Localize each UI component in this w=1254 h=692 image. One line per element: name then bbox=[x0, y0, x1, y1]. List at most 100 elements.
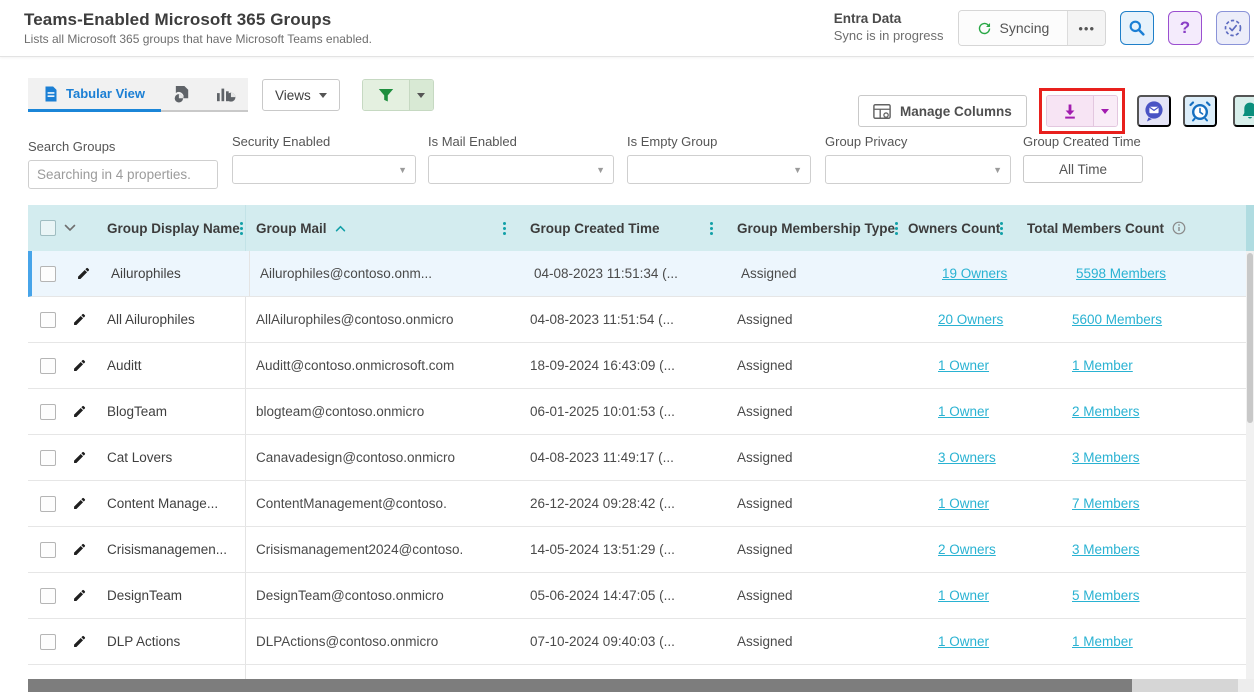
edit-pencil-icon[interactable] bbox=[68, 401, 90, 423]
sync-more-button[interactable]: ••• bbox=[1067, 11, 1105, 45]
chat-envelope-icon bbox=[1142, 99, 1166, 123]
group-membership-type: Assigned bbox=[727, 619, 900, 664]
column-header-membership-type[interactable]: Group Membership Type bbox=[727, 205, 900, 251]
is-mail-enabled-dropdown[interactable]: ▼ bbox=[428, 155, 614, 184]
edit-pencil-icon[interactable] bbox=[68, 493, 90, 515]
owners-count-link[interactable]: 1 Owner bbox=[938, 588, 989, 603]
manage-columns-label: Manage Columns bbox=[900, 104, 1012, 119]
row-checkbox[interactable] bbox=[40, 588, 56, 604]
view-toolbar: Tabular View Views bbox=[28, 78, 434, 112]
task-status-button[interactable] bbox=[1216, 11, 1250, 45]
download-button[interactable] bbox=[1047, 96, 1093, 126]
schedule-button[interactable] bbox=[1183, 95, 1217, 127]
owners-count-link[interactable]: 3 Owners bbox=[938, 450, 996, 465]
owners-count-link[interactable]: 1 Owner bbox=[938, 358, 989, 373]
views-dropdown-button[interactable]: Views bbox=[262, 79, 340, 111]
group-created-time: 26-12-2024 09:28:42 (... bbox=[520, 481, 727, 526]
members-count-link[interactable]: 3 Members bbox=[1072, 542, 1140, 557]
row-checkbox[interactable] bbox=[40, 266, 56, 282]
table-row[interactable]: DLP Actions DLPActions@contoso.onmicro 0… bbox=[28, 619, 1254, 665]
feedback-button[interactable] bbox=[1137, 95, 1171, 127]
group-mail: Ailurophiles@contoso.onm... bbox=[250, 251, 524, 296]
members-count-link[interactable]: 2 Members bbox=[1072, 404, 1140, 419]
members-count-link[interactable]: 5 Members bbox=[1072, 588, 1140, 603]
column-menu-icon[interactable] bbox=[503, 227, 506, 230]
table-row[interactable]: BlogTeam blogteam@contoso.onmicro 06-01-… bbox=[28, 389, 1254, 435]
row-checkbox[interactable] bbox=[40, 542, 56, 558]
owners-count-link[interactable]: 20 Owners bbox=[938, 312, 1003, 327]
members-count-link[interactable]: 5600 Members bbox=[1072, 312, 1162, 327]
column-menu-icon[interactable] bbox=[710, 227, 713, 230]
column-header-owners-count[interactable]: Owners Count bbox=[900, 205, 1012, 251]
members-count-link[interactable]: 3 Members bbox=[1072, 450, 1140, 465]
info-icon[interactable] bbox=[1172, 221, 1186, 235]
column-header-group-display-name[interactable]: Group Display Name bbox=[100, 205, 246, 251]
group-privacy-dropdown[interactable]: ▼ bbox=[825, 155, 1011, 184]
manage-columns-button[interactable]: Manage Columns bbox=[858, 95, 1027, 127]
column-menu-icon[interactable] bbox=[240, 227, 243, 230]
column-header-total-members-count[interactable]: Total Members Count bbox=[1012, 205, 1254, 251]
members-count-link[interactable]: 5598 Members bbox=[1076, 266, 1166, 281]
edit-pencil-icon[interactable] bbox=[68, 309, 90, 331]
column-menu-icon[interactable] bbox=[895, 227, 898, 230]
alerts-button[interactable] bbox=[1233, 95, 1254, 127]
funnel-icon bbox=[378, 88, 394, 103]
vertical-scrollbar-thumb[interactable] bbox=[1247, 253, 1253, 423]
select-all-checkbox[interactable] bbox=[40, 220, 56, 236]
row-checkbox[interactable] bbox=[40, 312, 56, 328]
edit-pencil-icon[interactable] bbox=[72, 263, 94, 285]
row-checkbox[interactable] bbox=[40, 404, 56, 420]
syncing-button[interactable]: Syncing bbox=[959, 11, 1068, 45]
owners-count-link[interactable]: 2 Owners bbox=[938, 542, 996, 557]
report-summary-view-button[interactable] bbox=[161, 78, 204, 110]
table-actions: Manage Columns bbox=[858, 95, 1254, 127]
edit-pencil-icon[interactable] bbox=[68, 539, 90, 561]
table-row[interactable]: Crisismanagemen... Crisismanagement2024@… bbox=[28, 527, 1254, 573]
all-time-button[interactable]: All Time bbox=[1023, 155, 1143, 183]
tab-tabular-view[interactable]: Tabular View bbox=[28, 78, 161, 112]
group-mail: Auditt@contoso.onmicrosoft.com bbox=[246, 343, 520, 388]
table-row[interactable]: All Ailurophiles AllAilurophiles@contoso… bbox=[28, 297, 1254, 343]
chevron-down-icon[interactable] bbox=[64, 224, 76, 232]
members-count-link[interactable]: 7 Members bbox=[1072, 496, 1140, 511]
sync-source-label: Entra Data bbox=[834, 11, 944, 28]
edit-pencil-icon[interactable] bbox=[68, 447, 90, 469]
global-search-button[interactable] bbox=[1120, 11, 1154, 45]
edit-pencil-icon[interactable] bbox=[68, 355, 90, 377]
edit-pencil-icon[interactable] bbox=[68, 585, 90, 607]
is-empty-group-dropdown[interactable]: ▼ bbox=[627, 155, 811, 184]
column-menu-icon[interactable] bbox=[1000, 227, 1003, 230]
members-count-link[interactable]: 1 Member bbox=[1072, 634, 1133, 649]
table-row[interactable]: Ailurophiles Ailurophiles@contoso.onm...… bbox=[28, 251, 1254, 297]
edit-pencil-icon[interactable] bbox=[68, 631, 90, 653]
owners-count-link[interactable]: 1 Owner bbox=[938, 634, 989, 649]
row-checkbox[interactable] bbox=[40, 496, 56, 512]
vertical-scrollbar[interactable] bbox=[1246, 205, 1254, 679]
security-enabled-dropdown[interactable]: ▼ bbox=[232, 155, 416, 184]
owners-count-link[interactable]: 19 Owners bbox=[942, 266, 1007, 281]
column-header-group-created-time[interactable]: Group Created Time bbox=[520, 205, 727, 251]
column-header-group-mail[interactable]: Group Mail bbox=[246, 205, 520, 251]
table-row[interactable]: Auditt Auditt@contoso.onmicrosoft.com 18… bbox=[28, 343, 1254, 389]
table-row[interactable]: Content Manage... ContentManagement@cont… bbox=[28, 481, 1254, 527]
row-checkbox[interactable] bbox=[40, 358, 56, 374]
row-checkbox[interactable] bbox=[40, 450, 56, 466]
members-count-link[interactable]: 1 Member bbox=[1072, 358, 1133, 373]
group-display-name: Auditt bbox=[100, 343, 246, 388]
filter-options-button[interactable] bbox=[409, 80, 433, 110]
group-membership-type: Assigned bbox=[731, 251, 904, 296]
filter-button[interactable] bbox=[363, 80, 409, 110]
row-checkbox[interactable] bbox=[40, 634, 56, 650]
owners-count-link[interactable]: 1 Owner bbox=[938, 404, 989, 419]
owners-count-link[interactable]: 1 Owner bbox=[938, 496, 989, 511]
table-row[interactable]: DesignTeam DesignTeam@contoso.onmicro 05… bbox=[28, 573, 1254, 619]
table-header-row: Group Display Name Group Mail Group Crea… bbox=[28, 205, 1254, 251]
group-created-time: 05-06-2024 14:47:05 (... bbox=[520, 573, 727, 618]
help-button[interactable]: ? bbox=[1168, 11, 1202, 45]
horizontal-scrollbar-thumb[interactable] bbox=[28, 679, 1132, 692]
search-groups-input[interactable] bbox=[28, 160, 218, 189]
download-options-button[interactable] bbox=[1093, 96, 1117, 126]
chart-view-button[interactable] bbox=[204, 78, 248, 110]
table-row[interactable]: Cat Lovers Canavadesign@contoso.onmicro … bbox=[28, 435, 1254, 481]
horizontal-scrollbar[interactable] bbox=[28, 679, 1254, 692]
